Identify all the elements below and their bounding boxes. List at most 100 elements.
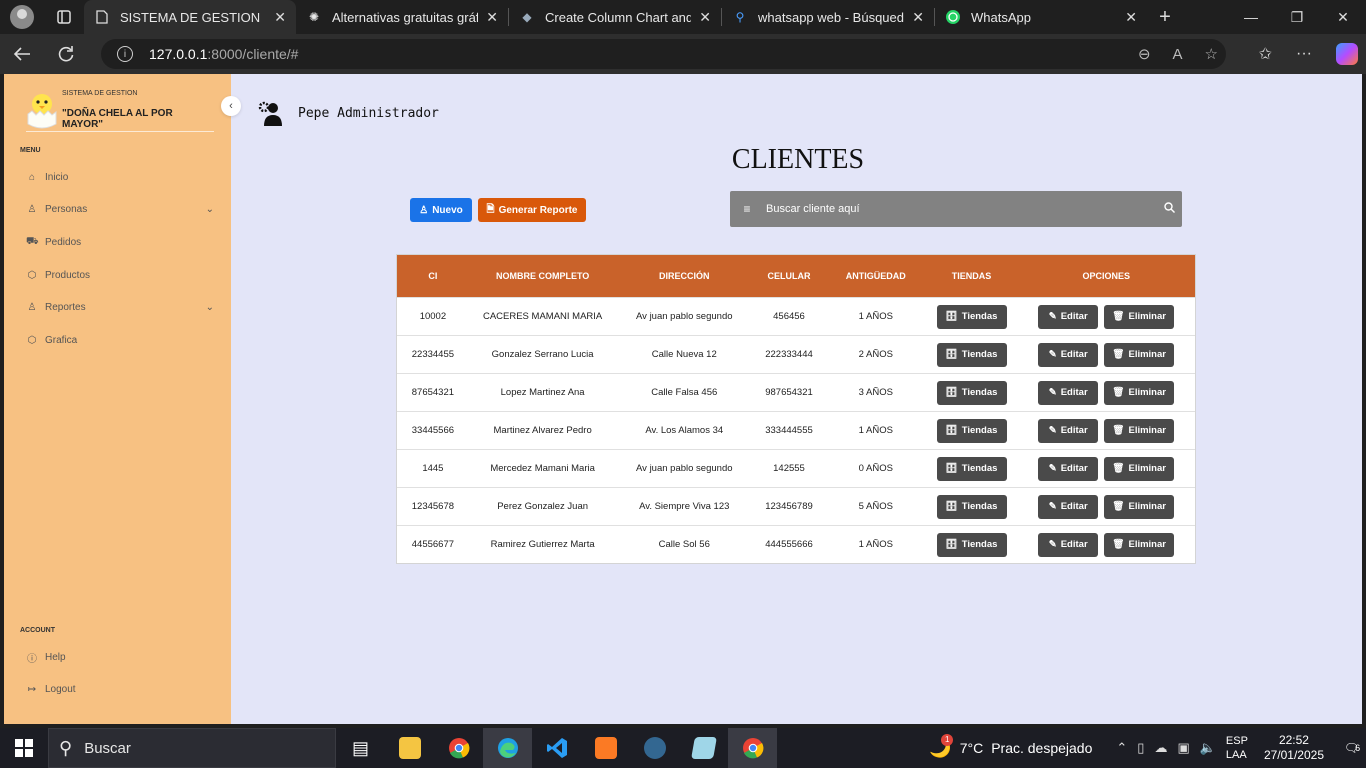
client-search[interactable]: ≡ Buscar cliente aquí	[730, 191, 1182, 227]
search-input[interactable]: Buscar cliente aquí	[760, 203, 1156, 215]
url-path: :8000/cliente/#	[207, 46, 299, 62]
delete-button[interactable]: 🗑 Eliminar	[1104, 380, 1175, 405]
edit-button[interactable]: ✎ Editar	[1038, 380, 1099, 405]
copilot-icon[interactable]	[1336, 43, 1358, 65]
table-row: 87654321 Lopez Martinez Ana Calle Falsa 45…	[397, 373, 1195, 411]
search-icon[interactable]	[1156, 202, 1182, 216]
delete-button[interactable]: 🗑 Eliminar	[1104, 304, 1175, 329]
sidebar-item-help[interactable]: ⓘ Help	[26, 645, 214, 669]
address-bar[interactable]: i 127.0.0.1:8000/cliente/# ⊖ A ☆	[101, 39, 1226, 69]
back-button[interactable]	[0, 34, 44, 74]
minimize-button[interactable]: —	[1228, 0, 1274, 34]
taskbar-file-explorer[interactable]	[385, 728, 434, 768]
new-tab-button[interactable]: +	[1147, 6, 1183, 29]
edit-button[interactable]: ✎ Editar	[1038, 494, 1099, 519]
new-client-button[interactable]: ♙ Nuevo	[410, 198, 472, 222]
more-menu-icon[interactable]: ···	[1296, 45, 1312, 63]
volume-icon[interactable]: 🔈	[1200, 740, 1216, 756]
sidebar-item-pedidos[interactable]: ⛟ Pedidos	[26, 230, 214, 254]
tab-column-chart[interactable]: ◆ Create Column Chart and Gr ✕	[509, 0, 721, 34]
taskbar-search[interactable]: ⚲ Buscar	[48, 728, 336, 768]
edit-button-label: Editar	[1060, 501, 1088, 512]
edit-button[interactable]: ✎ Editar	[1038, 456, 1099, 481]
generate-report-button[interactable]: 🗎 Generar Reporte	[478, 198, 586, 222]
close-icon[interactable]: ✕	[1125, 9, 1137, 26]
profile-button[interactable]	[0, 0, 44, 34]
edit-button[interactable]: ✎ Editar	[1038, 532, 1099, 557]
delete-button[interactable]: 🗑 Eliminar	[1104, 494, 1175, 519]
taskbar-chrome[interactable]	[434, 728, 483, 768]
tab-actions-button[interactable]	[44, 0, 84, 34]
table-body: 10002 CACERES MAMANI MARIA Av juan pablo s…	[397, 297, 1195, 563]
read-aloud-icon[interactable]: A	[1173, 46, 1183, 63]
taskbar-notepad[interactable]	[679, 728, 728, 768]
edit-button[interactable]: ✎ Editar	[1038, 304, 1099, 329]
task-view-button[interactable]: ▤	[336, 728, 385, 768]
site-info-icon[interactable]: i	[117, 46, 133, 62]
close-icon[interactable]: ✕	[912, 9, 924, 26]
edit-button[interactable]: ✎ Editar	[1038, 418, 1099, 443]
clock[interactable]: 22:52 27/01/2025	[1264, 733, 1324, 763]
tab-alternativas[interactable]: ✺ Alternativas gratuitas gráfica ✕	[296, 0, 508, 34]
favorite-star-icon[interactable]: ☆	[1205, 45, 1218, 63]
stores-button[interactable]: 🗄 Tiendas	[936, 418, 1007, 443]
trash-icon: 🗑	[1112, 425, 1125, 436]
stores-button[interactable]: 🗄 Tiendas	[936, 304, 1007, 329]
favorites-icon[interactable]: ✩	[1259, 44, 1272, 64]
sidebar-item-logout[interactable]: ↦ Logout	[26, 677, 214, 701]
close-icon[interactable]: ✕	[274, 9, 286, 26]
start-button[interactable]	[0, 728, 48, 768]
cell-tiendas: 🗄 Tiendas	[926, 532, 1018, 557]
user-icon: ♙	[27, 203, 37, 215]
stores-button[interactable]: 🗄 Tiendas	[936, 380, 1007, 405]
sidebar-item-personas[interactable]: ♙ Personas ⌄	[26, 197, 214, 221]
weather-widget[interactable]: 🌙 1 7°C Prac. despejado	[929, 733, 1092, 759]
menu-icon[interactable]: ≡	[734, 202, 760, 216]
pencil-icon: ✎	[1048, 387, 1057, 398]
stores-button[interactable]: 🗄 Tiendas	[936, 494, 1007, 519]
taskbar-postgres[interactable]	[630, 728, 679, 768]
delete-button[interactable]: 🗑 Eliminar	[1104, 456, 1175, 481]
edit-button[interactable]: ✎ Editar	[1038, 342, 1099, 367]
system-tray: 🌙 1 7°C Prac. despejado ⌃ ▯ ☁ ▣ 🔈 ESP LAA…	[929, 728, 1366, 768]
sidebar-item-productos[interactable]: ⬡ Productos	[26, 263, 214, 287]
close-icon[interactable]: ✕	[486, 9, 498, 26]
display-icon[interactable]: ▣	[1177, 740, 1189, 756]
delete-button[interactable]: 🗑 Eliminar	[1104, 342, 1175, 367]
delete-button[interactable]: 🗑 Eliminar	[1104, 418, 1175, 443]
sidebar-item-reportes[interactable]: ♙ Reportes ⌄	[26, 295, 214, 319]
chevron-down-icon: ⌄	[205, 301, 214, 313]
tab-sistema-de-gestion[interactable]: SISTEMA DE GESTION ✕	[84, 0, 296, 34]
refresh-button[interactable]	[44, 34, 88, 74]
sidebar-item-grafica[interactable]: ⬡ Grafica	[26, 328, 214, 352]
edit-button-label: Editar	[1060, 539, 1088, 550]
address-bar-actions: ⊖ A ☆	[1138, 39, 1218, 69]
stores-button-label: Tiendas	[961, 501, 998, 512]
zoom-icon[interactable]: ⊖	[1138, 45, 1151, 63]
stores-button[interactable]: 🗄 Tiendas	[936, 532, 1007, 557]
tab-whatsapp[interactable]: WhatsApp ✕	[935, 0, 1147, 34]
cloud-icon[interactable]: ☁	[1154, 740, 1167, 756]
close-icon[interactable]: ✕	[699, 9, 711, 26]
delete-button-label: Eliminar	[1128, 501, 1166, 512]
cell-ci: 1445	[422, 463, 444, 474]
language-indicator[interactable]: ESP LAA	[1226, 734, 1248, 762]
delete-button[interactable]: 🗑 Eliminar	[1104, 532, 1175, 557]
cell-tiendas: 🗄 Tiendas	[926, 418, 1018, 443]
battery-icon[interactable]: ▯	[1137, 740, 1144, 756]
chevron-up-icon[interactable]: ⌃	[1116, 740, 1127, 756]
taskbar-chrome-2[interactable]	[728, 728, 777, 768]
edit-button-label: Editar	[1060, 425, 1088, 436]
close-window-button[interactable]: ✕	[1320, 0, 1366, 34]
restore-button[interactable]: ❐	[1274, 0, 1320, 34]
taskbar-vscode[interactable]	[532, 728, 581, 768]
page-icon	[94, 9, 110, 25]
tab-whatsapp-search[interactable]: ⚲ whatsapp web - Búsqueda ✕	[722, 0, 934, 34]
stores-button[interactable]: 🗄 Tiendas	[936, 456, 1007, 481]
cell-opciones: ✎ Editar 🗑 Eliminar	[1017, 456, 1195, 481]
taskbar-xampp[interactable]	[581, 728, 630, 768]
notification-center[interactable]: 🗨 6	[1338, 741, 1366, 755]
taskbar-edge[interactable]	[483, 728, 532, 768]
collapse-sidebar-button[interactable]: ‹	[221, 96, 241, 116]
stores-button[interactable]: 🗄 Tiendas	[936, 342, 1007, 367]
